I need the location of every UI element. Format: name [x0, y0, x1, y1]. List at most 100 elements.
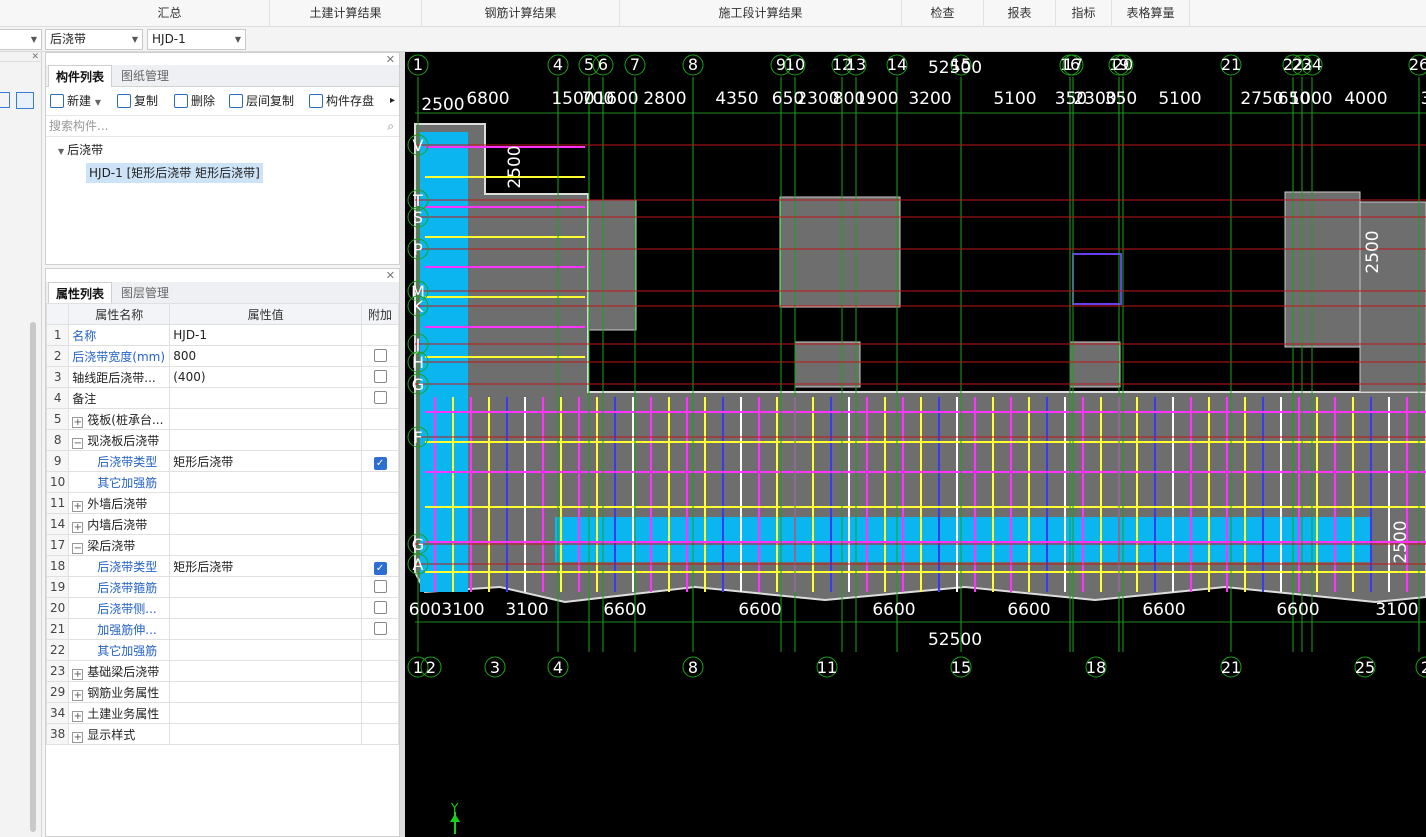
extra-checkbox[interactable]	[373, 601, 387, 614]
property-row[interactable]: 18 后浇带类型 矩形后浇带 ✓	[45, 555, 399, 577]
property-name: 其它加强筋	[68, 471, 171, 493]
property-extra	[361, 492, 399, 514]
expand-icon[interactable]: +	[72, 731, 84, 743]
top-dimension: 2800	[643, 89, 686, 109]
property-value[interactable]: 800	[169, 345, 363, 367]
menu-rebar-results[interactable]: 钢筋计算结果	[422, 0, 620, 27]
extra-checkbox[interactable]	[373, 622, 387, 635]
property-row[interactable]: 3 轴线距后浇带... (400)	[45, 366, 399, 388]
property-value[interactable]	[169, 387, 363, 409]
property-row[interactable]: 8− 现浇板后浇带	[45, 429, 399, 451]
property-value[interactable]	[169, 660, 363, 682]
property-row[interactable]: 19 后浇带箍筋	[45, 576, 399, 598]
more-icon[interactable]: ▸	[390, 89, 395, 113]
floor-combo[interactable]: ▼	[0, 29, 42, 50]
extra-checkbox[interactable]	[373, 580, 387, 593]
collapse-icon[interactable]: −	[72, 437, 84, 449]
extra-checkbox[interactable]: ✓	[373, 561, 387, 575]
tree-root-item[interactable]: ▼ 后浇带	[58, 141, 103, 161]
menu-summary[interactable]: 汇总	[70, 0, 270, 27]
property-row[interactable]: 17− 梁后浇带	[45, 534, 399, 556]
property-row[interactable]: 10 其它加强筋	[45, 471, 399, 493]
scrollbar[interactable]	[30, 322, 36, 832]
bottom-axis-label: 3	[490, 658, 500, 677]
property-value[interactable]	[169, 534, 363, 556]
tab-property-list[interactable]: 属性列表	[48, 282, 113, 304]
property-row[interactable]: 21 加强筋伸...	[45, 618, 399, 640]
property-value[interactable]	[169, 492, 363, 514]
property-value[interactable]: 矩形后浇带	[169, 555, 363, 577]
expand-icon[interactable]: +	[72, 668, 84, 680]
cad-canvas[interactable]: 1 4 5 6 7 8 9 10 12 13 14 15 16 17 19 20 21 22 23 24 26 1 2 3 4 8…	[405, 52, 1426, 837]
category-combo[interactable]: 后浇带 ▼	[45, 29, 143, 50]
property-value[interactable]	[169, 723, 363, 745]
bottom-axis-label: 15	[951, 658, 971, 677]
menu-check[interactable]: 检查	[902, 0, 984, 27]
property-value[interactable]	[169, 702, 363, 724]
floor-copy-button[interactable]: 层间复制	[229, 89, 294, 113]
left-axis-label: G	[412, 535, 424, 554]
property-row[interactable]: 29 + 钢筋业务属性	[45, 681, 399, 703]
menu-civil-results[interactable]: 土建计算结果	[270, 0, 422, 27]
save-component-button[interactable]: 构件存盘	[309, 89, 374, 113]
extra-checkbox[interactable]	[373, 370, 387, 383]
menu-index[interactable]: 指标	[1056, 0, 1112, 27]
wing-1	[587, 199, 637, 331]
property-extra	[361, 639, 399, 661]
extra-checkbox[interactable]	[373, 391, 387, 404]
copy-button[interactable]: 复制	[117, 89, 158, 113]
tab-drawing-management[interactable]: 图纸管理	[114, 65, 176, 87]
menu-report[interactable]: 报表	[984, 0, 1056, 27]
property-value[interactable]	[169, 513, 363, 535]
property-row[interactable]: 5 + 筏板(桩承台...	[45, 408, 399, 430]
expand-icon[interactable]: +	[72, 710, 84, 722]
property-row[interactable]: 1 名称 HJD-1	[45, 324, 399, 346]
component-combo[interactable]: HJD-1 ▼	[147, 29, 246, 50]
tab-component-list[interactable]: 构件列表	[48, 65, 113, 87]
bottom-dimension: 6600	[872, 600, 915, 620]
property-value[interactable]	[169, 408, 363, 430]
list-view-icon[interactable]	[0, 92, 10, 108]
delete-button[interactable]: 删除	[174, 89, 215, 113]
extra-checkbox[interactable]	[373, 349, 387, 362]
menu-section-results[interactable]: 施工段计算结果	[620, 0, 902, 27]
expand-icon[interactable]: +	[72, 521, 84, 533]
wing-3	[794, 341, 861, 388]
expand-icon[interactable]: +	[72, 416, 84, 428]
property-value[interactable]: 矩形后浇带	[169, 450, 363, 472]
new-button[interactable]: 新建 ▼	[50, 89, 101, 113]
expand-icon[interactable]: +	[72, 500, 84, 512]
property-row[interactable]: 2 后浇带宽度(mm) 800	[45, 345, 399, 367]
property-row[interactable]: 22 其它加强筋	[45, 639, 399, 661]
property-value[interactable]: HJD-1	[169, 324, 363, 346]
property-row[interactable]: 9 后浇带类型 矩形后浇带 ✓	[45, 450, 399, 472]
property-value[interactable]	[169, 597, 363, 619]
property-row[interactable]: 4 备注	[45, 387, 399, 409]
property-value[interactable]	[169, 639, 363, 661]
property-row[interactable]: 23 + 基础梁后浇带	[45, 660, 399, 682]
property-value[interactable]	[169, 471, 363, 493]
selector-bar: ▼ 后浇带 ▼ HJD-1 ▼	[0, 27, 1426, 52]
tree-root-label: 后浇带	[67, 143, 104, 157]
property-row[interactable]: 38 + 显示样式	[45, 723, 399, 745]
expand-icon[interactable]: +	[72, 689, 84, 701]
property-header-row: 属性名称 属性值 附加	[45, 303, 399, 325]
collapse-icon[interactable]: −	[72, 542, 84, 554]
property-value[interactable]	[169, 618, 363, 640]
close-icon[interactable]: ✕	[386, 269, 395, 282]
property-value[interactable]	[169, 429, 363, 451]
property-value[interactable]	[169, 681, 363, 703]
tab-layer-management[interactable]: 图层管理	[114, 282, 176, 304]
search-input[interactable]: 搜索构件... ⌕	[46, 115, 399, 137]
detail-view-icon[interactable]	[16, 92, 34, 109]
menu-table-calc[interactable]: 表格算量	[1112, 0, 1190, 27]
property-row[interactable]: 20 后浇带侧...	[45, 597, 399, 619]
property-row[interactable]: 34 + 土建业务属性	[45, 702, 399, 724]
property-value[interactable]: (400)	[169, 366, 363, 388]
close-icon[interactable]: ✕	[0, 52, 42, 62]
tree-child-item[interactable]: HJD-1 [矩形后浇带 矩形后浇带]	[86, 163, 263, 183]
property-value[interactable]	[169, 576, 363, 598]
property-row[interactable]: 11 + 外墙后浇带	[45, 492, 399, 514]
extra-checkbox[interactable]: ✓	[373, 456, 387, 470]
property-row[interactable]: 14 + 内墙后浇带	[45, 513, 399, 535]
